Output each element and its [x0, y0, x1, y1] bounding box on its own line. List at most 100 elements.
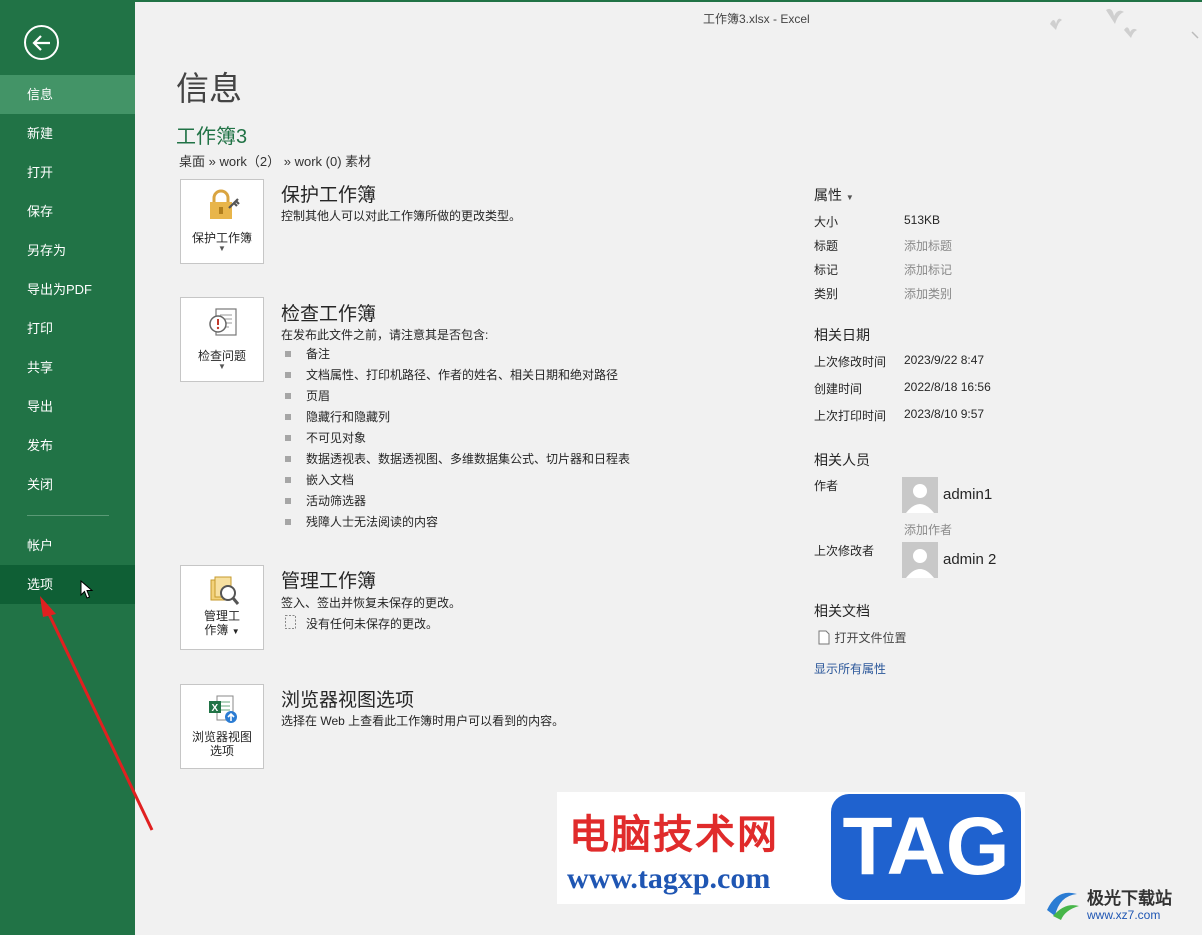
list-item: 嵌入文档	[284, 470, 630, 491]
back-button[interactable]	[24, 25, 59, 60]
properties-header-label: 属性	[814, 187, 842, 203]
printed-label: 上次打印时间	[814, 409, 887, 423]
list-item: 隐藏行和隐藏列	[284, 407, 630, 428]
minimize-icon[interactable]	[1190, 28, 1202, 42]
modified-value: 2023/9/22 8:47	[904, 353, 985, 367]
people-header: 相关人员	[814, 452, 870, 468]
inspect-document-icon	[209, 308, 237, 336]
browser-tile-label-1: 浏览器视图	[191, 730, 252, 744]
page-title: 信息	[176, 70, 242, 107]
printed-value: 2023/8/10 9:57	[904, 407, 985, 421]
inspect-title: 检查工作簿	[281, 304, 377, 325]
size-label: 大小	[814, 215, 839, 229]
protect-workbook-button[interactable]: 保护工作簿 ▼	[180, 179, 264, 264]
created-value: 2022/8/18 16:56	[904, 380, 991, 394]
sidebar-item-account[interactable]: 帐户	[0, 526, 135, 565]
author-name[interactable]: admin1	[943, 486, 992, 503]
list-item: 文档属性、打印机路径、作者的姓名、相关日期和绝对路径	[284, 365, 630, 386]
open-file-location-label: 打开文件位置	[834, 631, 907, 645]
sidebar-item-export-pdf[interactable]: 导出为PDF	[0, 270, 135, 309]
avatar[interactable]	[902, 477, 938, 513]
chevron-down-icon: ▼	[231, 627, 240, 636]
sidebar-item-export[interactable]: 导出	[0, 387, 135, 426]
dates-header: 相关日期	[814, 327, 870, 343]
title-bar: 工作簿3.xlsx - Excel	[135, 0, 1202, 39]
title-label: 标题	[814, 239, 839, 253]
category-field[interactable]: 添加类别	[904, 285, 952, 302]
sidebar-item-close[interactable]: 关闭	[0, 465, 135, 504]
backstage-sidebar: 信息 新建 打开 保存 另存为 导出为PDF 打印 共享 导出 发布 关闭 帐户…	[0, 0, 135, 935]
lock-key-icon	[210, 189, 240, 219]
sidebar-item-new[interactable]: 新建	[0, 114, 135, 153]
inspect-description: 在发布此文件之前，请注意其是否包含:	[281, 328, 489, 342]
excel-web-icon: X	[209, 695, 237, 723]
svg-text:X: X	[212, 703, 219, 714]
author-label: 作者	[814, 479, 839, 493]
protect-tile-label: 保护工作簿	[191, 231, 252, 245]
chevron-down-icon: ▼	[845, 193, 854, 202]
sidebar-item-open[interactable]: 打开	[0, 153, 135, 192]
person-icon	[906, 484, 934, 513]
sidebar-item-print[interactable]: 打印	[0, 309, 135, 348]
modifier-label: 上次修改者	[814, 544, 875, 558]
sidebar-item-save-as[interactable]: 另存为	[0, 231, 135, 270]
manage-note: 没有任何未保存的更改。	[306, 617, 439, 631]
list-item: 页眉	[284, 386, 630, 407]
document-path[interactable]: 桌面 » work（2） » work (0) 素材	[179, 151, 371, 170]
modified-label: 上次修改时间	[814, 355, 887, 369]
tags-label: 标记	[814, 263, 839, 277]
sidebar-item-info[interactable]: 信息	[0, 75, 135, 114]
chevron-down-icon: ▼	[218, 362, 226, 371]
check-issues-label: 检查问题	[197, 349, 246, 363]
list-item: 活动筛选器	[284, 491, 630, 512]
sidebar-item-save[interactable]: 保存	[0, 192, 135, 231]
chevron-down-icon: ▼	[218, 244, 226, 253]
manage-tile-label-2: 作簿	[204, 623, 229, 637]
inspect-list: 备注 文档属性、打印机路径、作者的姓名、相关日期和绝对路径 页眉 隐藏行和隐藏列…	[284, 344, 630, 533]
document-dashed-icon	[285, 615, 296, 629]
protect-description: 控制其他人可以对此工作簿所做的更改类型。	[281, 209, 522, 223]
aurora-logo-icon	[1047, 892, 1079, 920]
tags-field[interactable]: 添加标记	[904, 261, 952, 278]
sidebar-item-publish[interactable]: 发布	[0, 426, 135, 465]
manage-tile-label-1: 管理工	[203, 609, 240, 623]
open-file-location-link[interactable]: 打开文件位置	[818, 629, 906, 647]
check-issues-button[interactable]: 检查问题 ▼	[180, 297, 264, 382]
manage-description: 签入、签出并恢复未保存的更改。	[281, 596, 462, 610]
sidebar-item-share[interactable]: 共享	[0, 348, 135, 387]
title-field[interactable]: 添加标题	[904, 237, 952, 254]
site-watermark: 极光下载站 www.xz7.com	[1043, 884, 1172, 929]
category-label: 类别	[814, 287, 839, 301]
show-all-properties-link[interactable]: 显示所有属性	[814, 660, 886, 677]
properties-header[interactable]: 属性 ▼	[814, 185, 854, 205]
list-item: 数据透视表、数据透视图、多维数据集公式、切片器和日程表	[284, 449, 630, 470]
avatar[interactable]	[902, 542, 938, 578]
site-name: 极光下载站	[1087, 889, 1172, 909]
document-icon	[818, 630, 830, 645]
site-url: www.xz7.com	[1087, 908, 1161, 922]
manage-tile-label-2-wrap: 作簿 ▼	[204, 623, 239, 639]
sidebar-divider	[27, 515, 109, 516]
manage-workbook-button[interactable]: 管理工 作簿 ▼	[180, 565, 264, 650]
browser-title: 浏览器视图选项	[281, 690, 415, 711]
modifier-name[interactable]: admin 2	[943, 551, 996, 568]
watermark-url: www.tagxp.com	[567, 862, 771, 895]
protect-title: 保护工作簿	[281, 185, 377, 206]
document-name: 工作簿3	[176, 126, 248, 148]
birds-decoration-icon	[1050, 8, 1137, 38]
arrow-left-icon	[31, 34, 50, 51]
list-item: 不可见对象	[284, 428, 630, 449]
watermark-title: 电脑技术网	[569, 812, 779, 858]
created-label: 创建时间	[814, 382, 863, 396]
add-author-field[interactable]: 添加作者	[904, 521, 952, 538]
browser-tile-label-2: 选项	[209, 744, 234, 758]
size-value: 513KB	[904, 213, 941, 227]
mouse-cursor-icon	[80, 580, 94, 599]
sidebar-item-options[interactable]: 选项	[0, 565, 135, 604]
watermark-tag-logo: TAG	[831, 794, 1021, 900]
browser-view-options-button[interactable]: X 浏览器视图 选项	[180, 684, 264, 769]
related-docs-header: 相关文档	[814, 603, 870, 619]
list-item: 备注	[284, 344, 630, 365]
person-icon	[906, 549, 934, 578]
browser-description: 选择在 Web 上查看此工作簿时用户可以看到的内容。	[281, 714, 565, 728]
